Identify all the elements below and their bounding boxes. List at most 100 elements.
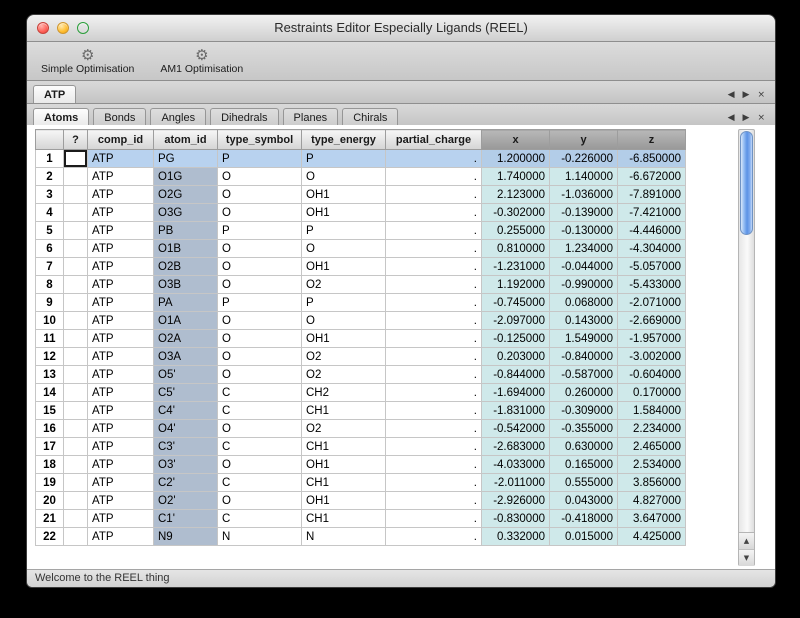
row-header[interactable]: 2 [36,168,64,186]
row-header[interactable]: 13 [36,366,64,384]
cell-comp_id[interactable]: ATP [88,294,154,312]
tab-angles[interactable]: Angles [150,108,206,126]
tab-scroll-left-icon[interactable]: ◀ [728,90,735,100]
tab-scroll-right-icon[interactable]: ▶ [743,90,750,100]
select-cell[interactable] [64,474,88,492]
cell-y[interactable]: 0.068000 [550,294,618,312]
cell-type_symbol[interactable]: O [218,204,302,222]
cell-z[interactable]: 1.584000 [618,402,686,420]
tab-scroll-left-icon[interactable]: ◀ [728,113,735,123]
column-header-type_energy[interactable]: type_energy [302,130,386,150]
scrollbar-thumb[interactable] [740,131,753,235]
am1-optimisation-button[interactable]: ⚙ AM1 Optimisation [154,46,249,76]
cell-type_symbol[interactable]: P [218,294,302,312]
cell-x[interactable]: 1.192000 [482,276,550,294]
tab-chirals[interactable]: Chirals [342,108,398,126]
cell-comp_id[interactable]: ATP [88,150,154,168]
cell-comp_id[interactable]: ATP [88,402,154,420]
cell-y[interactable]: 0.555000 [550,474,618,492]
cell-type_symbol[interactable]: O [218,330,302,348]
cell-type_symbol[interactable]: O [218,258,302,276]
cell-type_symbol[interactable]: O [218,312,302,330]
cell-comp_id[interactable]: ATP [88,492,154,510]
cell-y[interactable]: -0.139000 [550,204,618,222]
cell-partial_charge[interactable]: . [386,456,482,474]
cell-z[interactable]: -2.071000 [618,294,686,312]
cell-atom_id[interactable]: O1G [154,168,218,186]
cell-comp_id[interactable]: ATP [88,168,154,186]
cell-z[interactable]: -6.850000 [618,150,686,168]
select-cell[interactable] [64,456,88,474]
scroll-up-button[interactable]: ▲ [739,533,754,549]
cell-comp_id[interactable]: ATP [88,312,154,330]
focused-select-cell[interactable] [64,150,88,168]
cell-type_symbol[interactable]: O [218,240,302,258]
cell-x[interactable]: -0.125000 [482,330,550,348]
row-header[interactable]: 19 [36,474,64,492]
row-header[interactable]: 5 [36,222,64,240]
cell-type_symbol[interactable]: O [218,420,302,438]
row-header[interactable]: 16 [36,420,64,438]
cell-atom_id[interactable]: O3A [154,348,218,366]
cell-partial_charge[interactable]: . [386,402,482,420]
cell-partial_charge[interactable]: . [386,528,482,546]
cell-x[interactable]: 1.200000 [482,150,550,168]
cell-x[interactable]: 2.123000 [482,186,550,204]
cell-type_energy[interactable]: O [302,240,386,258]
cell-x[interactable]: 0.255000 [482,222,550,240]
cell-type_energy[interactable]: O [302,168,386,186]
tab-dihedrals[interactable]: Dihedrals [210,108,278,126]
cell-partial_charge[interactable]: . [386,366,482,384]
cell-x[interactable]: -0.830000 [482,510,550,528]
cell-z[interactable]: 4.827000 [618,492,686,510]
cell-z[interactable]: -7.421000 [618,204,686,222]
cell-z[interactable]: -5.057000 [618,258,686,276]
cell-z[interactable]: -5.433000 [618,276,686,294]
cell-x[interactable]: -2.011000 [482,474,550,492]
cell-atom_id[interactable]: O3' [154,456,218,474]
select-cell[interactable] [64,438,88,456]
cell-x[interactable]: -0.302000 [482,204,550,222]
cell-atom_id[interactable]: O4' [154,420,218,438]
cell-y[interactable]: -0.130000 [550,222,618,240]
cell-x[interactable]: 0.810000 [482,240,550,258]
cell-comp_id[interactable]: ATP [88,456,154,474]
cell-partial_charge[interactable]: . [386,474,482,492]
cell-type_symbol[interactable]: N [218,528,302,546]
tab-bonds[interactable]: Bonds [93,108,146,126]
cell-comp_id[interactable]: ATP [88,222,154,240]
cell-comp_id[interactable]: ATP [88,276,154,294]
row-header[interactable]: 8 [36,276,64,294]
cell-partial_charge[interactable]: . [386,330,482,348]
cell-z[interactable]: 3.856000 [618,474,686,492]
cell-atom_id[interactable]: C3' [154,438,218,456]
cell-z[interactable]: -4.304000 [618,240,686,258]
cell-x[interactable]: -1.694000 [482,384,550,402]
column-header-y[interactable]: y [550,130,618,150]
select-cell[interactable] [64,384,88,402]
row-header[interactable]: 21 [36,510,64,528]
column-header-type_symbol[interactable]: type_symbol [218,130,302,150]
select-cell[interactable] [64,348,88,366]
cell-comp_id[interactable]: ATP [88,438,154,456]
cell-comp_id[interactable]: ATP [88,240,154,258]
cell-y[interactable]: -0.418000 [550,510,618,528]
cell-type_symbol[interactable]: O [218,492,302,510]
cell-atom_id[interactable]: O3B [154,276,218,294]
cell-comp_id[interactable]: ATP [88,366,154,384]
cell-type_symbol[interactable]: C [218,402,302,420]
row-header[interactable]: 11 [36,330,64,348]
cell-partial_charge[interactable]: . [386,510,482,528]
cell-atom_id[interactable]: C2' [154,474,218,492]
tab-scroll-right-icon[interactable]: ▶ [743,113,750,123]
cell-y[interactable]: -1.036000 [550,186,618,204]
row-header[interactable]: 6 [36,240,64,258]
column-header-comp_id[interactable]: comp_id [88,130,154,150]
cell-comp_id[interactable]: ATP [88,348,154,366]
cell-x[interactable]: -2.097000 [482,312,550,330]
cell-z[interactable]: -4.446000 [618,222,686,240]
cell-x[interactable]: -0.542000 [482,420,550,438]
tab-atp[interactable]: ATP [33,85,76,103]
cell-y[interactable]: 1.549000 [550,330,618,348]
cell-atom_id[interactable]: C4' [154,402,218,420]
